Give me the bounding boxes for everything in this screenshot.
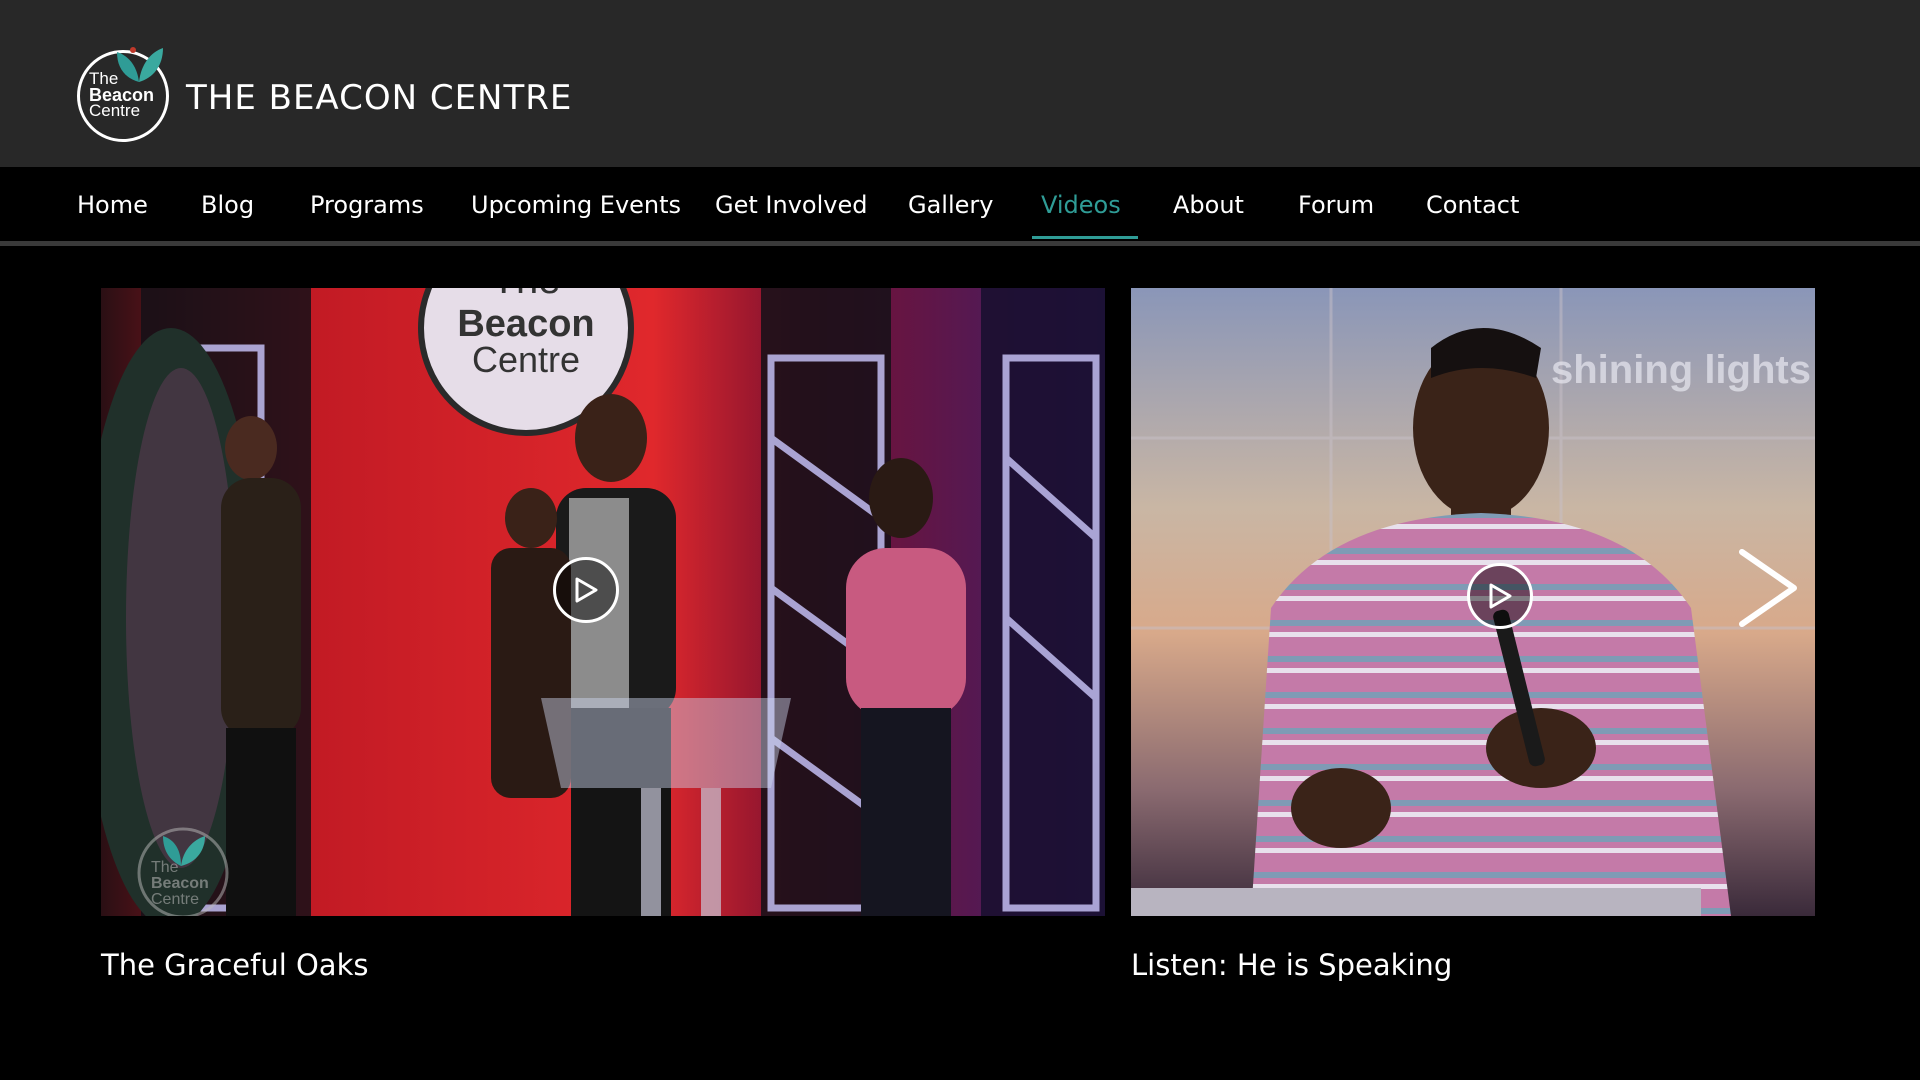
nav-item-upcoming-events[interactable]: Upcoming Events [471,191,681,219]
nav-item-contact[interactable]: Contact [1426,191,1519,219]
play-icon [575,577,598,603]
nav-divider [0,241,1920,246]
video-title[interactable]: The Graceful Oaks [101,948,368,982]
nav-item-programs[interactable]: Programs [310,191,424,219]
video-card[interactable]: shining lights Listen: He is Speaking [1131,288,1815,982]
video-thumbnail[interactable]: shining lights [1131,288,1815,916]
watermark-line-2: Beacon [151,875,209,892]
watermark-line-3: Centre [151,891,199,908]
nav-item-about[interactable]: About [1173,191,1244,219]
logo-text: The Beacon Centre [89,70,154,120]
play-icon [1489,583,1512,609]
watermark-line-1: The [151,859,179,876]
active-nav-indicator [1032,236,1138,239]
main-nav: Home Blog Programs Upcoming Events Get I… [0,167,1920,242]
site-header: The Beacon Centre THE BEACON CENTRE [0,0,1920,167]
video-title[interactable]: Listen: He is Speaking [1131,948,1452,982]
play-button[interactable] [1467,563,1533,629]
play-button[interactable] [553,557,619,623]
nav-item-forum[interactable]: Forum [1298,191,1374,219]
nav-item-blog[interactable]: Blog [201,191,254,219]
chevron-right-icon[interactable] [1732,548,1802,628]
site-logo[interactable]: The Beacon Centre [77,44,171,142]
video-thumbnail[interactable]: The Beacon Centre [101,288,1105,916]
nav-item-videos[interactable]: Videos [1041,191,1121,219]
thumbnail-sign-line-1: The [492,288,561,302]
logo-line-3: Centre [89,101,141,120]
thumbnail-screen-text: shining lights [1551,348,1811,392]
nav-item-get-involved[interactable]: Get Involved [715,191,867,219]
nav-item-gallery[interactable]: Gallery [908,191,993,219]
site-title[interactable]: THE BEACON CENTRE [186,78,572,118]
video-card[interactable]: The Beacon Centre [101,288,1105,982]
thumbnail-sign-line-3: Centre [472,339,580,380]
nav-item-home[interactable]: Home [77,191,148,219]
